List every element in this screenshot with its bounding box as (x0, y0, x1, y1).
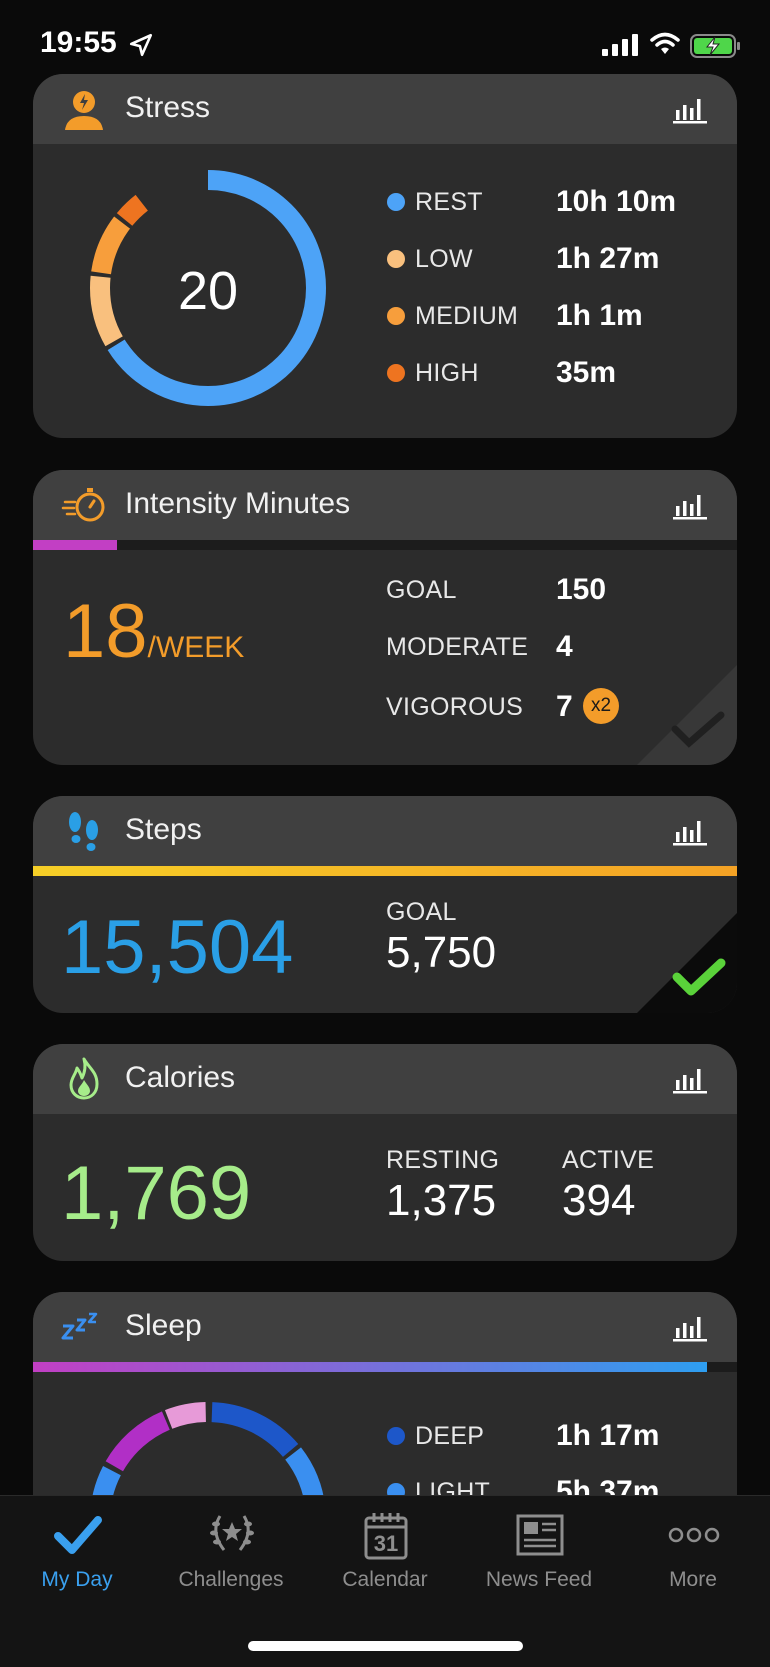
legend-dot-deep (387, 1427, 405, 1445)
legend-value-rest: 10h 10m (556, 185, 677, 218)
flame-icon (69, 1057, 99, 1100)
steps-header: Steps (33, 796, 737, 866)
legend-label-low: LOW (415, 245, 473, 273)
tab-more[interactable]: More (616, 1496, 770, 1616)
tab-label: My Day (41, 1568, 113, 1591)
bar-chart-icon[interactable] (673, 1064, 707, 1094)
legend-value-low: 1h 27m (556, 242, 660, 275)
newspaper-icon (516, 1514, 564, 1556)
steps-progress-fill (33, 866, 737, 876)
stress-value: 20 (177, 261, 239, 321)
bar-chart-icon[interactable] (673, 490, 707, 520)
sleep-progress-track (33, 1362, 737, 1372)
stress-title: Stress (125, 91, 211, 124)
sleep-progress-fill (33, 1362, 707, 1372)
goal-reached-check-icon (637, 913, 737, 1013)
steps-value: 15,504 (61, 905, 294, 990)
home-indicator[interactable] (248, 1641, 523, 1651)
intensity-unit: /WEEK (147, 631, 245, 664)
calories-title: Calories (125, 1061, 236, 1094)
intensity-moderate-label: MODERATE (386, 633, 529, 661)
legend-dot-medium (387, 307, 405, 325)
battery-charging-icon (690, 34, 740, 58)
calories-active-label: ACTIVE (562, 1146, 655, 1174)
status-bar: 19:55 (0, 0, 770, 72)
steps-progress-track (33, 866, 737, 876)
tab-label: Calendar (342, 1568, 428, 1591)
cellular-signal-icon (602, 34, 638, 56)
calendar-day: 31 (373, 1531, 399, 1556)
bar-chart-icon[interactable] (673, 94, 707, 124)
calories-resting-value: 1,375 (386, 1176, 497, 1225)
wifi-icon (650, 32, 680, 54)
tab-news-feed[interactable]: News Feed (462, 1496, 616, 1616)
footprints-icon (69, 812, 98, 851)
sleep-title: Sleep (125, 1309, 202, 1342)
tab-label: Challenges (178, 1568, 284, 1591)
legend-label-deep: DEEP (415, 1422, 485, 1450)
more-dots-icon (668, 1527, 720, 1543)
steps-goal-label: GOAL (386, 898, 457, 926)
intensity-header: Intensity Minutes (33, 470, 737, 540)
stress-person-icon (65, 91, 103, 130)
tab-label: More (669, 1568, 717, 1591)
stopwatch-icon (61, 488, 105, 522)
intensity-vigorous-value: 7 (556, 690, 573, 723)
legend-label-medium: MEDIUM (415, 302, 519, 330)
location-arrow-icon (129, 33, 153, 57)
intensity-value: 18/WEEK (63, 588, 244, 675)
intensity-title: Intensity Minutes (125, 487, 351, 520)
legend-value-deep: 1h 17m (556, 1419, 660, 1452)
bar-chart-icon[interactable] (673, 816, 707, 846)
stress-header: Stress (33, 74, 737, 144)
bar-chart-icon[interactable] (673, 1312, 707, 1342)
stress-card[interactable]: Stress 20 REST 10h 10m LOW 1h 27m MEDIUM… (33, 74, 737, 438)
steps-title: Steps (125, 813, 202, 846)
legend-dot-rest (387, 193, 405, 211)
steps-card[interactable]: Steps 15,504 GOAL 5,750 (33, 796, 737, 1013)
steps-goal-value: 5,750 (386, 928, 497, 977)
legend-dot-high (387, 364, 405, 382)
legend-label-rest: REST (415, 188, 483, 216)
sleep-zzz-icon (61, 1312, 98, 1340)
intensity-card[interactable]: Intensity Minutes 18/WEEK GOAL 150 MODER… (33, 470, 737, 765)
intensity-goal-label: GOAL (386, 576, 457, 604)
tab-my-day[interactable]: My Day (0, 1496, 154, 1616)
intensity-number: 18 (63, 589, 148, 674)
legend-label-high: HIGH (415, 359, 479, 387)
legend-dot-low (387, 250, 405, 268)
laurel-trophy-icon (210, 1515, 254, 1551)
intensity-moderate-value: 4 (556, 630, 573, 663)
tab-label: News Feed (485, 1568, 593, 1591)
status-time: 19:55 (40, 26, 117, 59)
checkmark-icon (54, 1516, 102, 1554)
sleep-header: Sleep (33, 1292, 737, 1362)
intensity-vigorous-label: VIGOROUS (386, 693, 524, 721)
calories-value: 1,769 (61, 1151, 252, 1236)
goal-corner-flag (637, 665, 737, 765)
vigorous-multiplier-badge: x2 (583, 688, 619, 724)
intensity-progress-track (33, 540, 737, 550)
calories-card[interactable]: Calories 1,769 RESTING 1,375 ACTIVE 394 (33, 1044, 737, 1261)
legend-value-medium: 1h 1m (556, 299, 643, 332)
intensity-progress-fill (33, 540, 118, 550)
intensity-goal-value: 150 (556, 573, 607, 606)
tab-challenges[interactable]: Challenges (154, 1496, 308, 1616)
calories-active-value: 394 (562, 1176, 636, 1225)
calories-header: Calories (33, 1044, 737, 1114)
legend-value-high: 35m (556, 356, 617, 389)
calories-resting-label: RESTING (386, 1146, 500, 1174)
tab-calendar[interactable]: 31 Calendar (308, 1496, 462, 1616)
